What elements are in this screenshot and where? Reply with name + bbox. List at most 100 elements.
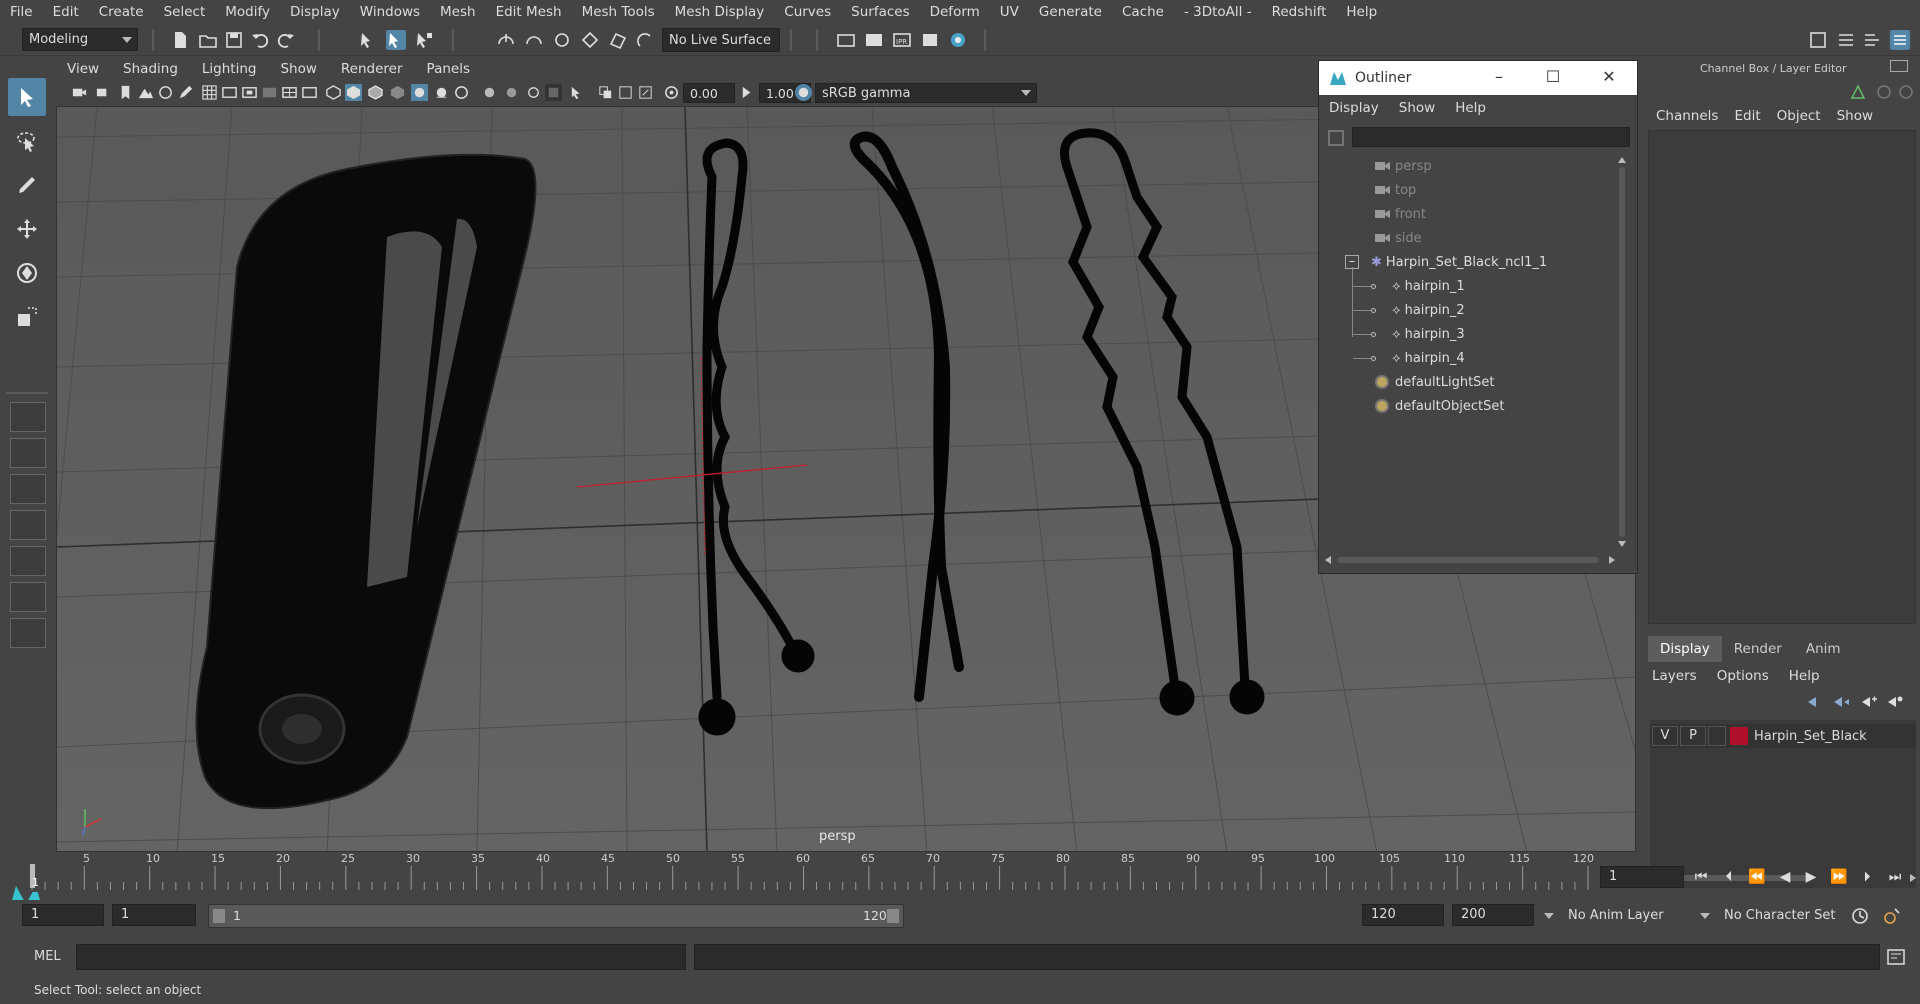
range-start-handle[interactable]: [213, 909, 225, 923]
hyper-settings-icon[interactable]: [1898, 84, 1914, 100]
play-forward-icon[interactable]: ▶: [1800, 866, 1822, 888]
minimize-icon[interactable]: –: [1491, 69, 1507, 85]
new-empty-layer-icon[interactable]: [1860, 694, 1878, 710]
select-tool[interactable]: [8, 78, 46, 116]
tool-settings-icon[interactable]: [1862, 30, 1882, 50]
panel-menu-show[interactable]: Show: [268, 61, 328, 77]
mode-selector[interactable]: Modeling: [22, 28, 138, 51]
menu-generate[interactable]: Generate: [1029, 4, 1112, 20]
scale-tool[interactable]: [8, 298, 46, 336]
time-slider[interactable]: 5 10 15 20 25 30 35 40 45 50 55 60 65 70…: [20, 852, 1600, 892]
tree-item-hairpin-3[interactable]: ⟡ hairpin_3: [1353, 323, 1465, 345]
layer-menu-help[interactable]: Help: [1779, 668, 1830, 684]
snap-curve-icon[interactable]: [524, 30, 544, 50]
grease-pencil-icon[interactable]: [177, 84, 194, 101]
persp-outliner-layout[interactable]: [10, 510, 46, 540]
auto-key-icon[interactable]: [1850, 906, 1870, 926]
hypershade-icon[interactable]: [948, 30, 968, 50]
outliner-vertical-scrollbar[interactable]: [1617, 157, 1627, 547]
render-layout[interactable]: [10, 582, 46, 612]
cb-menu-channels[interactable]: Channels: [1648, 108, 1726, 124]
menu-select[interactable]: Select: [154, 4, 216, 20]
xray-icon[interactable]: [545, 84, 562, 101]
paint-select-tool[interactable]: [8, 166, 46, 204]
playback-end-field[interactable]: 120: [1362, 904, 1444, 926]
isolate-select-icon[interactable]: [569, 84, 586, 101]
field-chart-icon[interactable]: [281, 84, 298, 101]
step-forward-key-icon[interactable]: ⏩: [1828, 866, 1850, 888]
outliner-persp-graph-layout[interactable]: [10, 546, 46, 576]
single-perspective-layout[interactable]: [10, 402, 46, 432]
manipulator-settings-icon[interactable]: [1850, 84, 1866, 100]
snap-vertex-icon[interactable]: [636, 30, 656, 50]
menu-help[interactable]: Help: [1336, 4, 1387, 20]
layout-more-button[interactable]: [10, 618, 46, 648]
scroll-up-icon[interactable]: [1618, 157, 1626, 163]
menu-modify[interactable]: Modify: [215, 4, 280, 20]
image-plane-icon[interactable]: [137, 84, 154, 101]
range-end-handle[interactable]: [887, 909, 899, 923]
xray-components-icon[interactable]: [617, 84, 634, 101]
menu-create[interactable]: Create: [89, 4, 154, 20]
animation-preferences-icon[interactable]: [1882, 906, 1902, 926]
four-view-layout[interactable]: [10, 438, 46, 468]
float-panel-icon[interactable]: [1890, 60, 1908, 72]
scroll-right-icon[interactable]: [1609, 556, 1615, 564]
render-view-icon[interactable]: [864, 30, 884, 50]
outliner-menu-help[interactable]: Help: [1445, 100, 1496, 116]
outliner-menu-show[interactable]: Show: [1389, 100, 1445, 116]
cb-menu-edit[interactable]: Edit: [1726, 108, 1768, 124]
move-layer-up-icon[interactable]: [1806, 694, 1824, 710]
menu-mesh-display[interactable]: Mesh Display: [665, 4, 775, 20]
xray-joints-icon[interactable]: [597, 84, 614, 101]
ipr-render-icon[interactable]: IPR: [892, 30, 912, 50]
menu-display[interactable]: Display: [280, 4, 350, 20]
outliner-horizontal-scrollbar[interactable]: [1325, 554, 1615, 566]
bookmark-icon[interactable]: [117, 84, 134, 101]
shadows-icon[interactable]: [433, 84, 450, 101]
tree-item-light-set[interactable]: defaultLightSet: [1375, 371, 1495, 393]
wireframe-on-shaded-icon[interactable]: [367, 84, 384, 101]
outliner-search-input[interactable]: [1352, 127, 1630, 147]
live-surface-field[interactable]: No Live Surface: [662, 28, 780, 52]
snap-view-icon[interactable]: [580, 30, 600, 50]
panel-menu-lighting[interactable]: Lighting: [190, 61, 269, 77]
play-backward-icon[interactable]: ◀: [1774, 866, 1796, 888]
menu-surfaces[interactable]: Surfaces: [841, 4, 919, 20]
attribute-editor-icon[interactable]: [1836, 30, 1856, 50]
tree-item-front[interactable]: front: [1375, 203, 1426, 225]
open-scene-icon[interactable]: [198, 30, 218, 50]
select-component-icon[interactable]: [414, 30, 434, 50]
menu-3dtoall[interactable]: - 3DtoAll -: [1174, 4, 1262, 20]
gamma-icon[interactable]: [739, 84, 756, 101]
film-gate-icon[interactable]: [221, 84, 238, 101]
display-layer-row[interactable]: V P Harpin_Set_Black: [1650, 724, 1916, 748]
script-editor-icon[interactable]: [1886, 948, 1906, 966]
screen-space-ao-icon[interactable]: [453, 84, 470, 101]
new-scene-icon[interactable]: [170, 30, 190, 50]
scroll-thumb[interactable]: [1619, 167, 1625, 537]
tree-item-hairpin-4[interactable]: ⟡ hairpin_4: [1353, 347, 1465, 369]
playback-start-field[interactable]: 1: [112, 904, 196, 926]
layer-playback-toggle[interactable]: P: [1680, 726, 1706, 746]
layer-color-swatch[interactable]: [1730, 727, 1748, 745]
tree-item-persp[interactable]: persp: [1375, 155, 1432, 177]
scroll-left-icon[interactable]: [1325, 556, 1331, 564]
textured-icon[interactable]: [389, 84, 406, 101]
tab-render[interactable]: Render: [1722, 636, 1794, 662]
smooth-shade-icon[interactable]: [345, 84, 362, 101]
menu-redshift[interactable]: Redshift: [1262, 4, 1337, 20]
view-transform-dropdown[interactable]: sRGB gamma: [815, 83, 1037, 103]
maximize-icon[interactable]: ☐: [1545, 69, 1561, 85]
new-layer-from-selection-icon[interactable]: [1886, 694, 1904, 710]
tree-item-group[interactable]: – ✱ Harpin_Set_Black_ncl1_1: [1345, 251, 1547, 273]
anim-layer-dropdown[interactable]: No Anim Layer: [1544, 904, 1680, 928]
select-hierarchy-icon[interactable]: [358, 30, 378, 50]
animation-start-field[interactable]: 1: [22, 904, 104, 926]
go-to-end-icon[interactable]: ⏭: [1884, 866, 1906, 888]
channel-box-toggle-icon[interactable]: [1890, 30, 1910, 50]
panel-menu-renderer[interactable]: Renderer: [329, 61, 415, 77]
move-layer-down-icon[interactable]: [1832, 694, 1850, 710]
render-settings-icon[interactable]: [920, 30, 940, 50]
rotate-tool[interactable]: [8, 254, 46, 292]
